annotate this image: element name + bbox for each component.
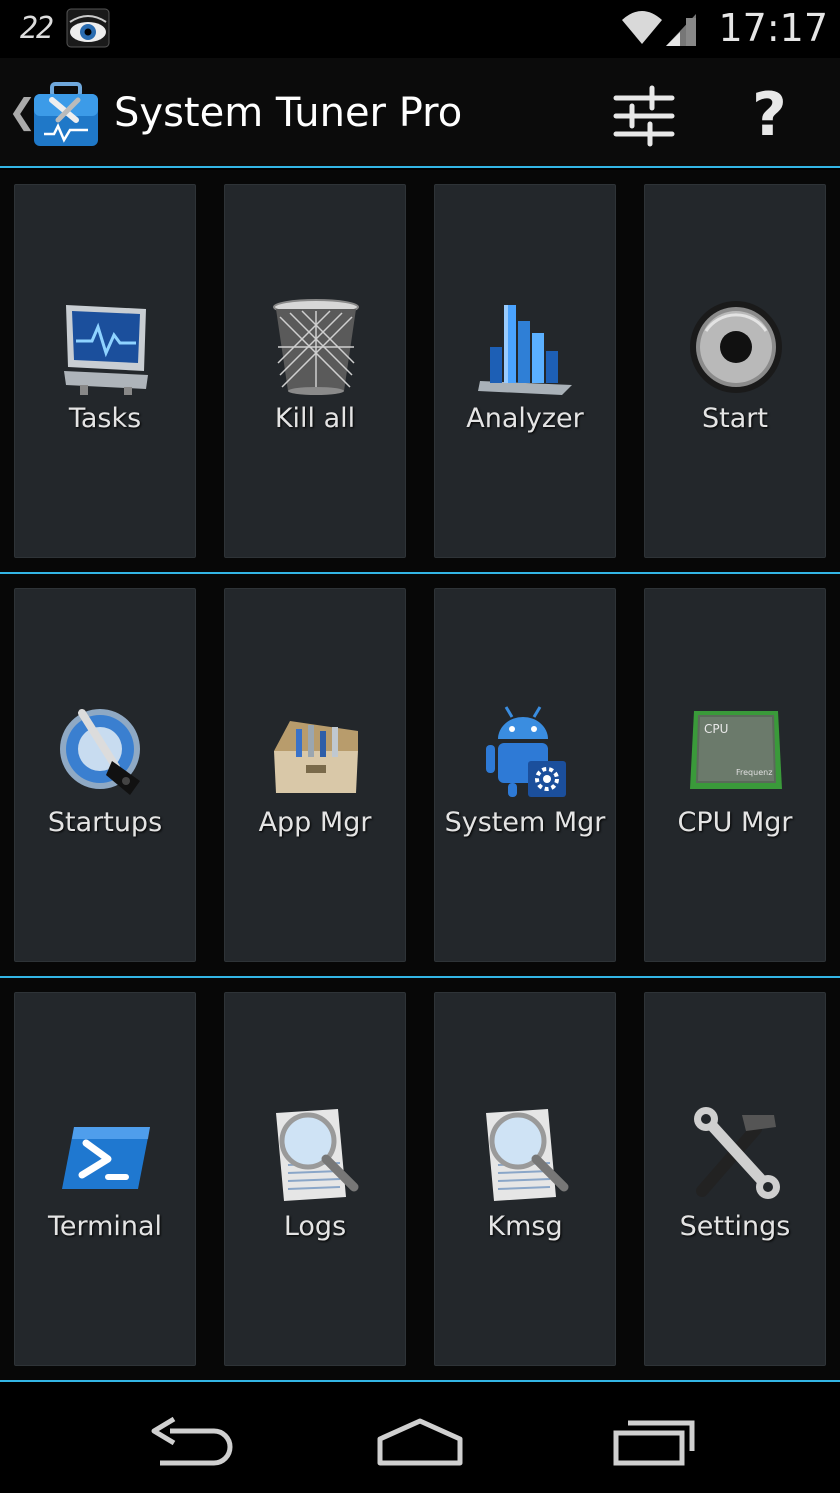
tile-startups[interactable]: Startups	[14, 588, 196, 962]
tile-terminal[interactable]: Terminal	[14, 992, 196, 1366]
navigation-bar	[0, 1383, 840, 1493]
tile-app-mgr[interactable]: App Mgr	[224, 588, 406, 962]
home-icon[interactable]	[372, 1409, 468, 1469]
wifi-signal-icon	[622, 11, 697, 46]
tile-label: Analyzer	[466, 403, 584, 434]
start-button-icon	[690, 301, 782, 393]
tile-label: System Mgr	[444, 807, 606, 838]
tile-label: App Mgr	[258, 807, 372, 838]
tile-label: Settings	[679, 1211, 791, 1242]
app-title: System Tuner Pro	[114, 90, 463, 136]
dashboard-grid: Tasks Kill all Analyzer Start Startups A…	[0, 170, 840, 1382]
startup-key-icon	[60, 709, 140, 795]
wrench-hammer-icon	[694, 1107, 780, 1199]
chip-label-cpu: CPU	[704, 722, 728, 736]
tile-settings[interactable]: Settings	[644, 992, 826, 1366]
status-system: 17:17	[620, 6, 828, 50]
tile-label: Start	[702, 403, 768, 434]
action-bar: ❮ System Tuner Pro ?	[0, 58, 840, 168]
grid-row-3: Terminal Logs Kmsg Settings	[0, 978, 840, 1382]
grid-row-1: Tasks Kill all Analyzer Start	[0, 170, 840, 574]
tile-logs[interactable]: Logs	[224, 992, 406, 1366]
back-icon[interactable]	[140, 1409, 236, 1469]
trash-icon	[273, 299, 359, 395]
clock: 17:17	[718, 6, 828, 50]
toolbox-icon	[274, 721, 358, 793]
grid-row-2: Startups App Mgr System Mgr CPU Frequenz…	[0, 574, 840, 978]
terminal-icon	[62, 1127, 150, 1189]
eye-icon	[66, 8, 110, 48]
chip-label-frequenz: Frequenz	[736, 768, 772, 777]
cpu-chip-icon: CPU Frequenz	[690, 711, 782, 789]
magnifier-document-icon	[276, 1109, 359, 1201]
tile-system-mgr[interactable]: System Mgr	[434, 588, 616, 962]
tile-label: Startups	[47, 807, 163, 838]
bar-chart-icon	[478, 305, 572, 395]
tile-label: CPU Mgr	[677, 807, 793, 838]
tile-label: Terminal	[47, 1211, 163, 1242]
tile-analyzer[interactable]: Analyzer	[434, 184, 616, 558]
recent-apps-icon[interactable]	[606, 1409, 702, 1469]
tile-label: Tasks	[68, 403, 142, 434]
status-notifications: 22	[20, 8, 110, 48]
app-toolbox-logo-icon[interactable]	[30, 78, 102, 150]
tile-kmsg[interactable]: Kmsg	[434, 992, 616, 1366]
android-gear-icon	[486, 706, 566, 797]
help-icon[interactable]: ?	[752, 80, 787, 150]
row-divider	[0, 1380, 840, 1382]
tile-start[interactable]: Start	[644, 184, 826, 558]
tile-tasks[interactable]: Tasks	[14, 184, 196, 558]
tile-label: Kill all	[274, 403, 356, 434]
tile-label: Kmsg	[487, 1211, 563, 1242]
magnifier-document-icon	[486, 1109, 569, 1201]
monitor-icon	[64, 305, 148, 395]
battery-level-text: 22	[20, 10, 54, 46]
tile-label: Logs	[283, 1211, 347, 1242]
status-bar: 22 17:17	[0, 0, 840, 58]
tile-cpu-mgr[interactable]: CPU Frequenz CPU Mgr	[644, 588, 826, 962]
tile-kill-all[interactable]: Kill all	[224, 184, 406, 558]
tune-sliders-icon[interactable]	[612, 84, 676, 148]
